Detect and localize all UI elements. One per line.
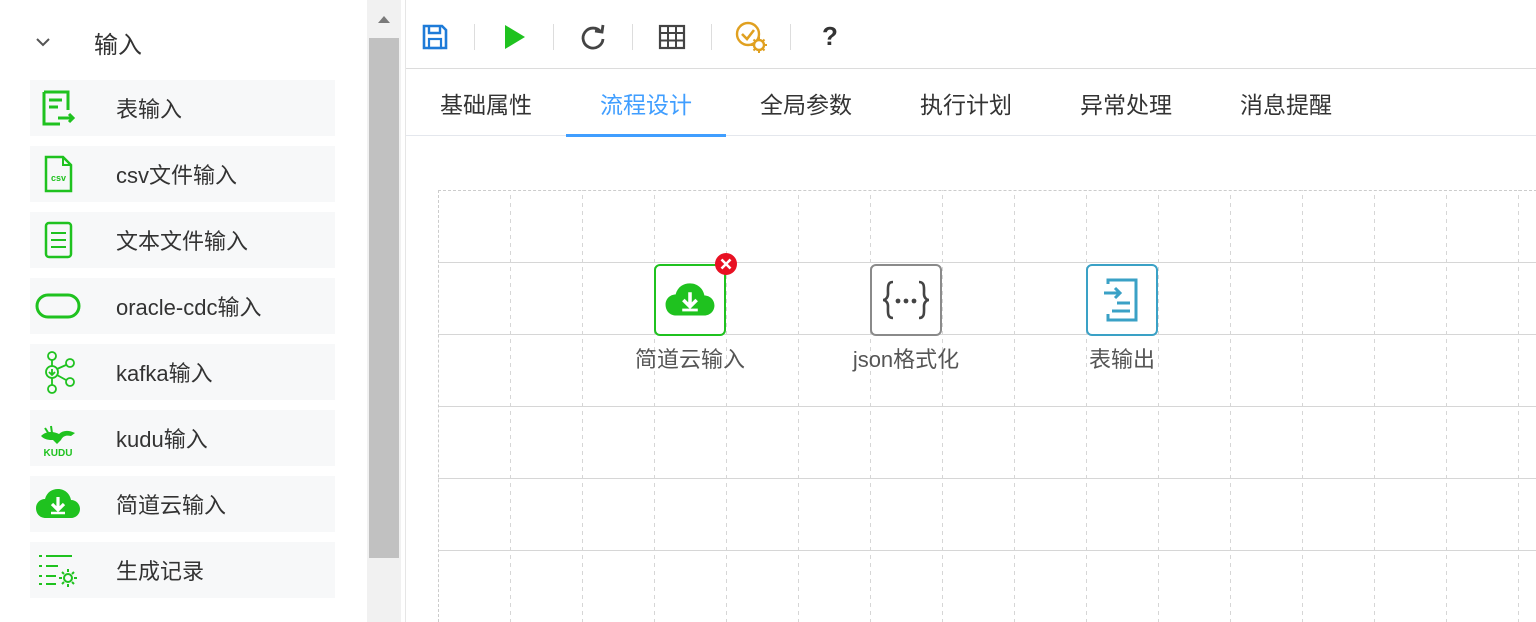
palette-item-text-file-input[interactable]: 文本文件输入 [30, 212, 335, 268]
palette-item-csv-input[interactable]: csv csv文件输入 [30, 146, 335, 202]
scroll-up-arrow-icon[interactable] [367, 0, 401, 38]
palette-list: 表输入 csv csv文件输入 文本文件输入 oracle-cdc输入 kafk… [30, 80, 335, 608]
palette-item-label: 简道云输入 [116, 493, 227, 518]
component-palette: 输入 表输入 csv csv文件输入 文本文件输入 oracle-cdc输入 k… [0, 0, 367, 622]
tab-bar: 基础属性 流程设计 全局参数 执行计划 异常处理 消息提醒 [406, 70, 1536, 137]
grid-icon [658, 24, 686, 49]
text-file-icon [30, 212, 86, 268]
toolbar-divider [474, 23, 475, 50]
validate-button[interactable] [732, 17, 770, 57]
toolbar-divider [553, 23, 554, 50]
palette-item-kafka-input[interactable]: kafka输入 [30, 344, 335, 400]
close-icon[interactable] [714, 252, 738, 276]
tab-flow-design[interactable]: 流程设计 [566, 70, 726, 137]
toolbar-divider [790, 23, 791, 50]
flow-node-jiandaoyun-input[interactable]: 简道云输入 [620, 253, 760, 374]
node-label: 表输出 [1088, 347, 1155, 372]
palette-item-label: 生成记录 [116, 559, 205, 584]
designer-area: ? 基础属性 流程设计 全局参数 执行计划 异常处理 消息提醒 简道云输入 js… [405, 0, 1536, 622]
json-braces-icon [882, 280, 930, 320]
cloud-download-icon [665, 283, 715, 316]
palette-item-kudu-input[interactable]: KUDU kudu输入 [30, 410, 335, 466]
flow-node-json-format[interactable]: json格式化 [836, 264, 976, 374]
toolbar-divider [711, 23, 712, 50]
palette-item-label: kudu输入 [116, 427, 208, 452]
palette-item-generate-records[interactable]: 生成记录 [30, 542, 335, 598]
kudu-logo-text: KUDU [44, 448, 73, 459]
kudu-icon: KUDU [30, 410, 86, 466]
tab-global-params[interactable]: 全局参数 [726, 70, 886, 136]
flow-canvas[interactable]: 简道云输入 json格式化 表输出 [438, 190, 1536, 622]
run-button[interactable] [495, 17, 533, 57]
help-button[interactable]: ? [811, 17, 849, 57]
cloud-download-icon [30, 476, 86, 532]
tab-basic-properties[interactable]: 基础属性 [406, 70, 566, 136]
palette-item-label: csv文件输入 [116, 163, 238, 188]
tab-execution-plan[interactable]: 执行计划 [886, 70, 1046, 136]
palette-scrollbar[interactable] [367, 0, 401, 622]
palette-group-header[interactable]: 输入 [30, 20, 335, 64]
node-icon-box[interactable] [1086, 264, 1158, 336]
save-icon [422, 24, 448, 49]
chevron-down-icon [30, 36, 56, 48]
node-label: 简道云输入 [634, 347, 745, 372]
scrollbar-thumb[interactable] [369, 38, 399, 558]
toolbar-divider [632, 23, 633, 50]
check-gear-icon [735, 21, 767, 53]
play-icon [505, 24, 525, 49]
save-button[interactable] [416, 17, 454, 57]
table-output-icon [1104, 278, 1138, 322]
refresh-icon [581, 24, 605, 49]
palette-item-table-input[interactable]: 表输入 [30, 80, 335, 136]
palette-item-label: kafka输入 [116, 361, 213, 386]
table-input-icon [30, 80, 86, 136]
palette-item-label: 文本文件输入 [116, 229, 249, 254]
palette-item-label: 表输入 [116, 97, 183, 122]
refresh-button[interactable] [574, 17, 612, 57]
toolbar: ? [406, 5, 1536, 69]
palette-item-jiandaoyun-input[interactable]: 简道云输入 [30, 476, 335, 532]
palette-item-oracle-cdc-input[interactable]: oracle-cdc输入 [30, 278, 335, 334]
node-label: json格式化 [852, 347, 960, 372]
node-icon-box[interactable] [654, 253, 737, 336]
palette-group-title: 输入 [94, 31, 142, 59]
palette-item-label: oracle-cdc输入 [116, 295, 262, 320]
tab-message-alerts[interactable]: 消息提醒 [1206, 70, 1366, 136]
canvas-grid [439, 191, 1536, 622]
grid-button[interactable] [653, 17, 691, 57]
node-icon-box[interactable] [870, 264, 942, 336]
csv-file-icon: csv [30, 146, 86, 202]
flow-node-table-output[interactable]: 表输出 [1052, 264, 1192, 374]
generate-records-icon [30, 542, 86, 598]
tab-exception-handling[interactable]: 异常处理 [1046, 70, 1206, 136]
kafka-icon [30, 344, 86, 400]
oracle-icon [30, 278, 86, 334]
csv-badge-text: csv [51, 173, 66, 183]
